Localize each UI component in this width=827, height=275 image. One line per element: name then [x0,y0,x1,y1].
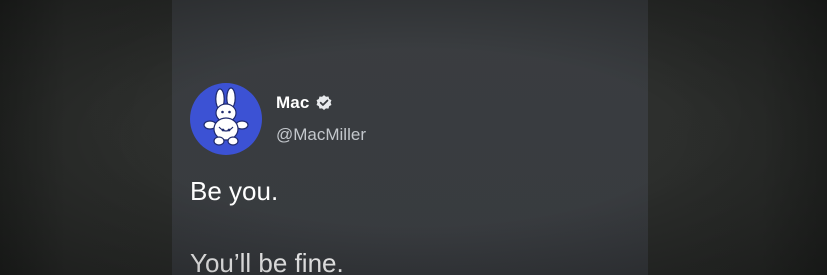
tweet-text-line: You’ll be fine. [190,248,344,275]
tweet-text-line: Be you. [190,176,279,206]
tweet-card: Mac @MacMiller Be you. You’ll be fine. [172,0,648,275]
avatar[interactable] [190,83,262,155]
author-name-row: Mac [276,92,333,114]
author-handle[interactable]: @MacMiller [276,125,366,145]
author-display-name[interactable]: Mac [276,93,309,113]
screenshot-scene: Mac @MacMiller Be you. You’ll be fine. [0,0,827,275]
verified-badge-icon [316,95,332,110]
bunny-mascot-icon [203,87,249,146]
